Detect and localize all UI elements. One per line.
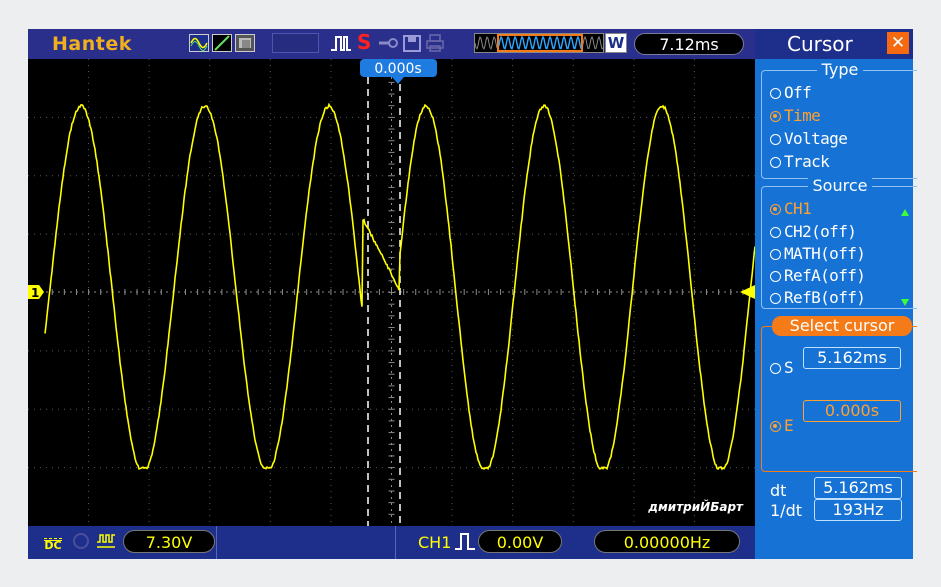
dt-value: 5.162ms xyxy=(814,477,902,499)
scroll-down-icon[interactable] xyxy=(901,299,909,306)
source-group: Source CH1 CH2(off) MATH(off) RefA(off) … xyxy=(761,186,917,309)
trigger-edge-icon[interactable] xyxy=(454,531,476,555)
persist-icon[interactable] xyxy=(235,34,255,52)
probe-icon[interactable] xyxy=(378,34,398,52)
bottom-status-bar: DC 7.30V CH1 0.00V 0.00000Hz xyxy=(28,526,755,559)
save-icon[interactable] xyxy=(402,34,422,52)
timebase-readout[interactable]: 7.12ms xyxy=(634,33,744,55)
source-option-ch2[interactable]: CH2(off) xyxy=(770,222,856,241)
pulse-icon[interactable] xyxy=(330,34,350,52)
type-group-label: Type xyxy=(817,60,864,79)
radio-icon xyxy=(770,227,781,238)
stop-icon[interactable]: S xyxy=(357,30,377,48)
print-icon[interactable] xyxy=(425,34,445,52)
slope-icon[interactable] xyxy=(212,34,232,52)
panel-title: Cursor xyxy=(787,32,853,56)
frequency-readout[interactable]: 0.00000Hz xyxy=(594,530,740,553)
ch1-marker-label: 1 xyxy=(31,286,39,300)
top-toolbar: Hantek S W 7.12ms xyxy=(28,29,755,59)
select-cursor-label: Select cursor xyxy=(772,316,912,336)
radio-selected-icon xyxy=(770,421,781,432)
watermark: дмитриЙБарт xyxy=(647,499,744,514)
radio-selected-icon xyxy=(770,111,781,122)
source-group-label: Source xyxy=(808,176,873,195)
status-divider xyxy=(216,526,217,559)
type-option-off[interactable]: Off xyxy=(770,83,811,102)
trigger-time-label: 0.000s xyxy=(374,61,421,77)
select-cursor-group: Select cursor S 5.162ms E 0.000s xyxy=(761,326,917,472)
type-option-track[interactable]: Track xyxy=(770,152,829,171)
channel-waveform-icon[interactable] xyxy=(96,532,116,554)
cursor-panel-header: Cursor ✕ xyxy=(755,29,913,59)
type-group: Type Off Time Voltage Track xyxy=(761,70,917,179)
source-option-math[interactable]: MATH(off) xyxy=(770,244,865,263)
radio-icon xyxy=(770,293,781,304)
window-icon[interactable]: W xyxy=(605,33,627,53)
radio-icon xyxy=(770,157,781,168)
ch1-ground-marker[interactable]: 1 xyxy=(28,285,44,300)
dt-label: dt xyxy=(770,481,786,500)
radio-selected-icon xyxy=(770,204,781,215)
waveform-icon[interactable] xyxy=(189,34,209,52)
source-option-ch1[interactable]: CH1 xyxy=(770,199,811,218)
radio-icon xyxy=(770,249,781,260)
trigger-channel-label: CH1 xyxy=(418,533,451,552)
cursor-e-value[interactable]: 0.000s xyxy=(803,400,901,422)
radio-icon xyxy=(770,134,781,145)
bandwidth-limit-icon[interactable] xyxy=(73,533,89,549)
trigger-level-marker[interactable] xyxy=(740,285,755,299)
inverse-dt-value: 193Hz xyxy=(814,499,902,521)
memory-waveform-icon[interactable] xyxy=(474,33,604,53)
radio-icon xyxy=(770,88,781,99)
source-option-refa[interactable]: RefA(off) xyxy=(770,266,865,285)
type-option-voltage[interactable]: Voltage xyxy=(770,129,847,148)
trigger-level-readout[interactable]: 0.00V xyxy=(478,530,562,553)
cursor-s-value[interactable]: 5.162ms xyxy=(803,347,901,369)
scroll-up-icon[interactable] xyxy=(901,209,909,216)
close-icon[interactable]: ✕ xyxy=(887,32,909,54)
source-option-refb[interactable]: RefB(off) xyxy=(770,288,865,307)
type-option-time[interactable]: Time xyxy=(770,106,820,125)
status-divider-2 xyxy=(395,526,396,559)
inverse-dt-label: 1/dt xyxy=(770,501,802,520)
radio-icon xyxy=(770,271,781,282)
cursor-s-option[interactable]: S xyxy=(770,358,793,377)
status-slot xyxy=(272,33,319,53)
dc-coupling-icon[interactable]: DC xyxy=(44,532,62,551)
ch1-scale-readout[interactable]: 7.30V xyxy=(123,530,215,553)
waveform-display[interactable]: 1 0.000s дмитриЙБарт xyxy=(28,59,755,526)
radio-icon xyxy=(770,363,781,374)
brand-logo: Hantek xyxy=(52,33,132,55)
cursor-e-option[interactable]: E xyxy=(770,416,793,435)
trigger-position-marker[interactable]: 0.000s xyxy=(360,59,437,84)
cursor-menu-panel: Cursor ✕ Type Off Time Voltage Track Sou… xyxy=(755,29,913,559)
